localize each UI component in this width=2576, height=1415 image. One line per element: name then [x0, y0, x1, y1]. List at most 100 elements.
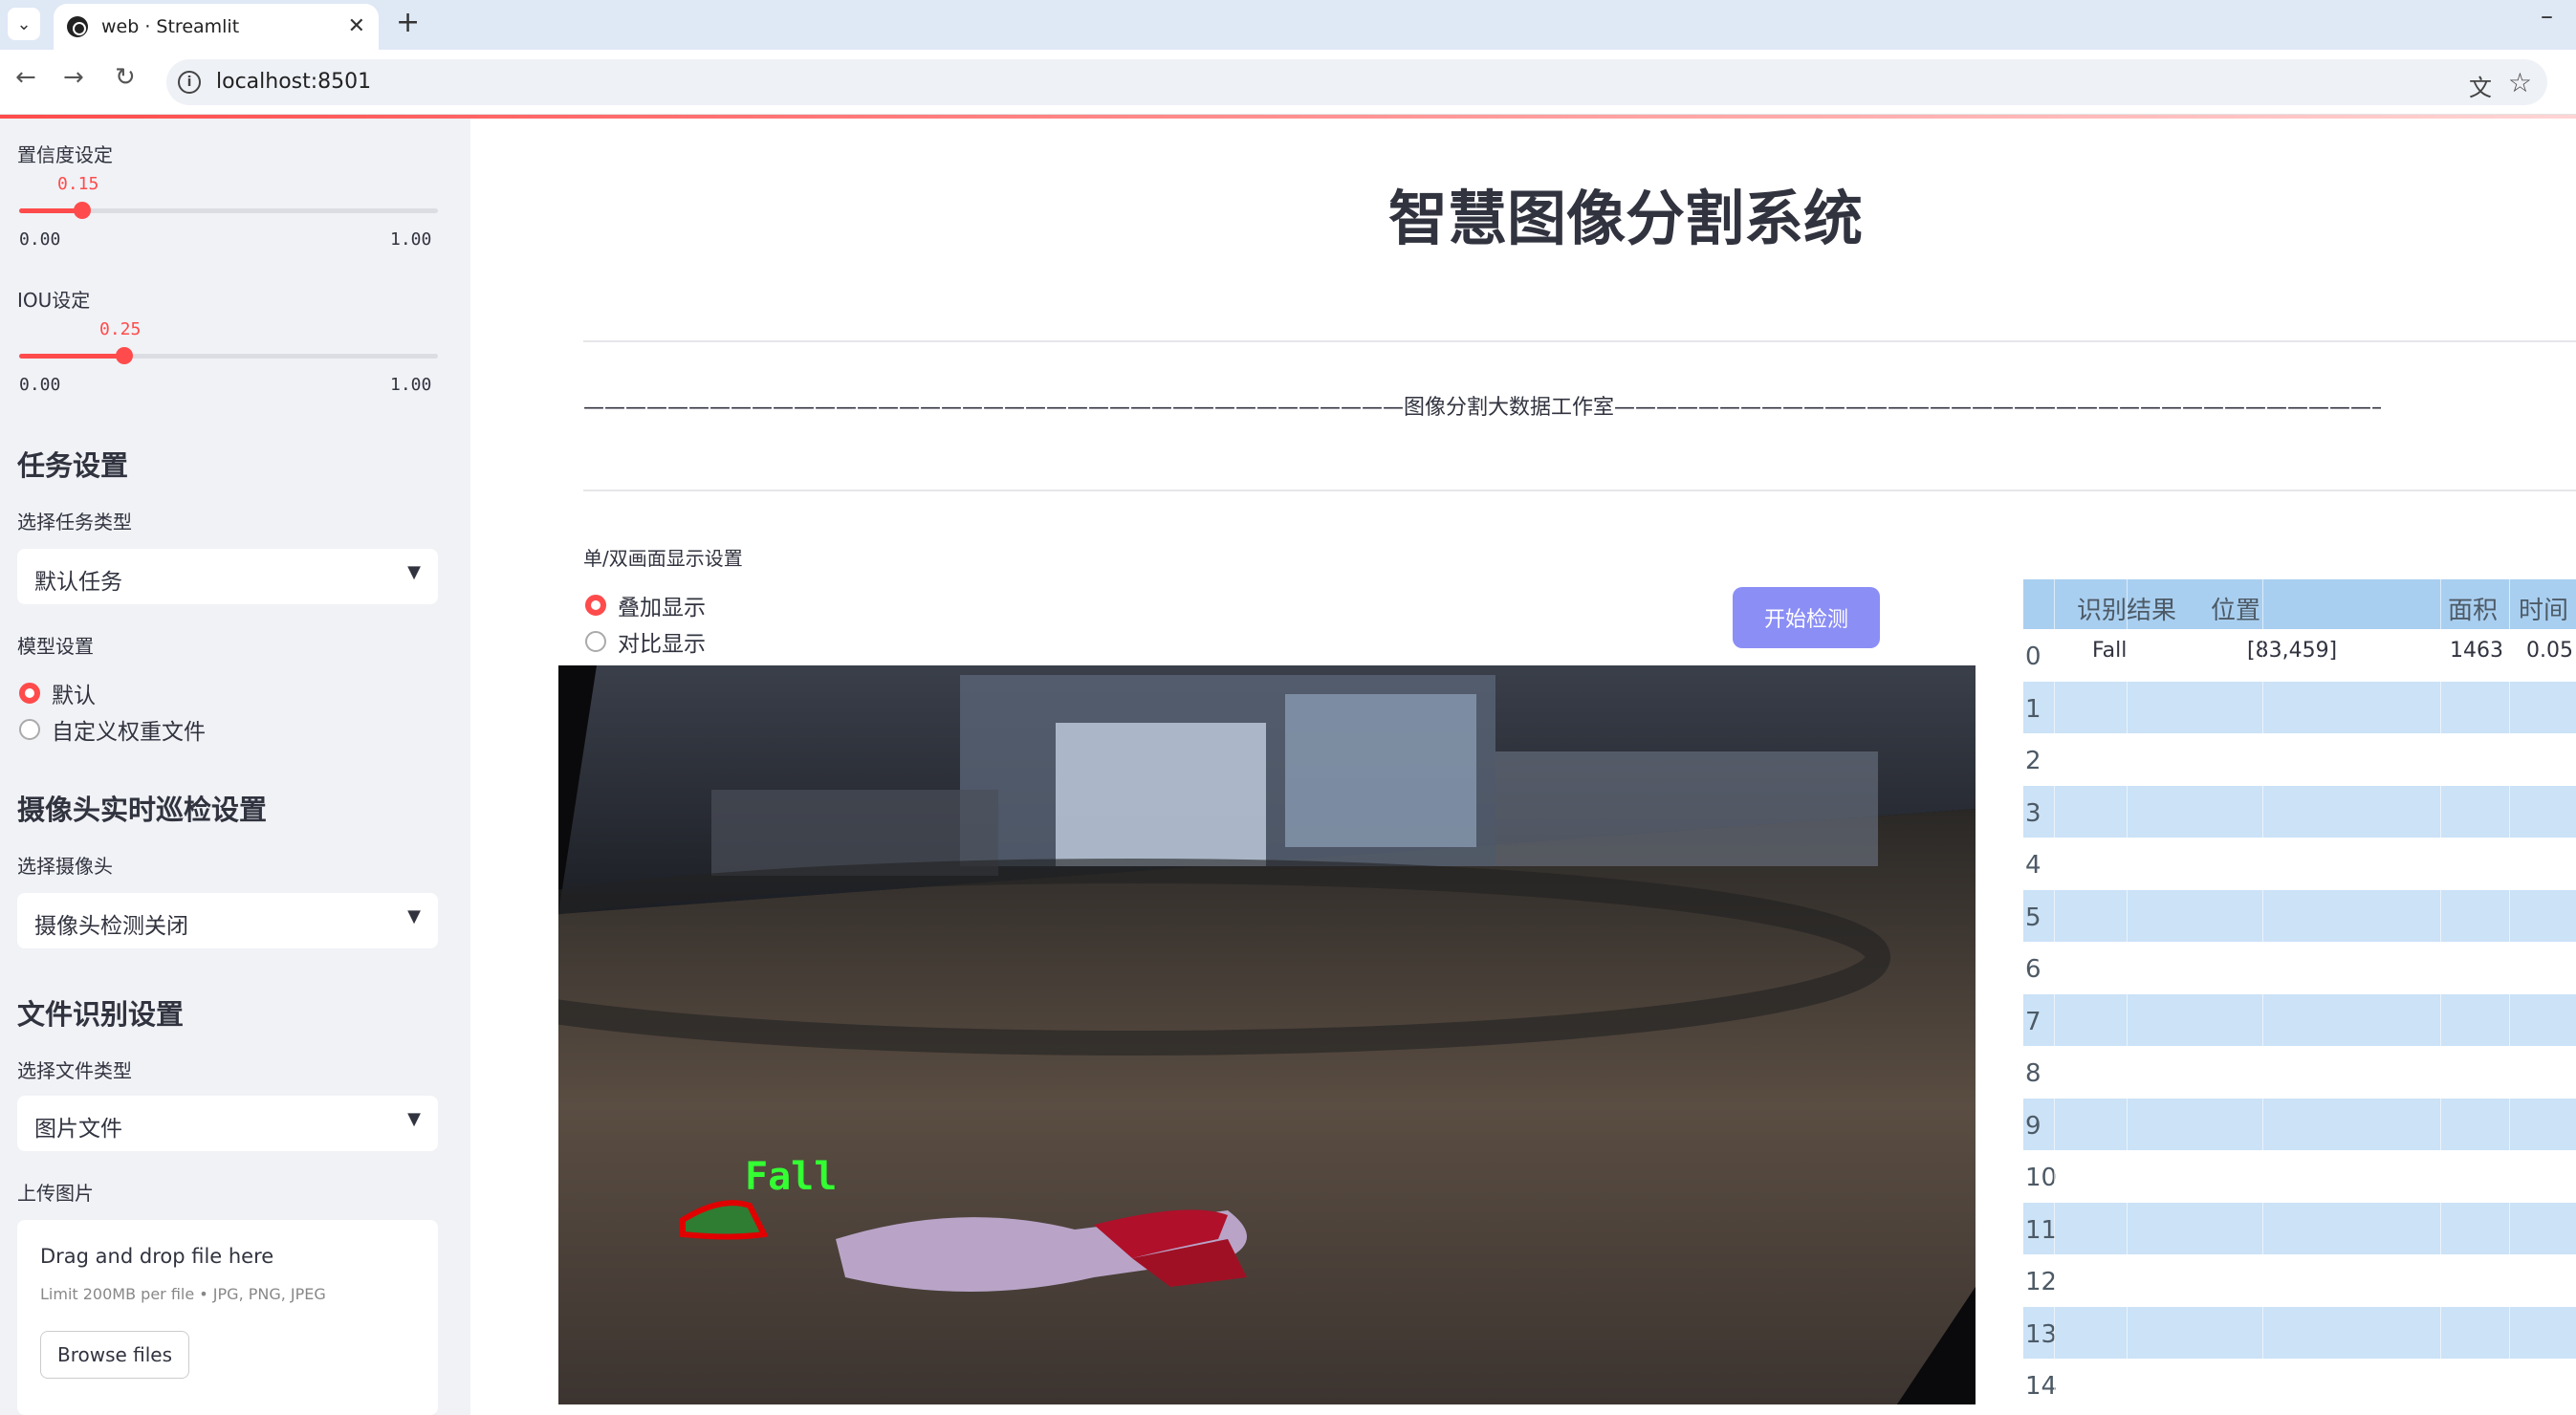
file-type-label: 选择文件类型	[17, 1059, 132, 1082]
column-separator	[2127, 579, 2128, 1415]
table-row[interactable]: 7	[2023, 993, 2576, 1046]
table-row[interactable]: 6	[2023, 942, 2576, 993]
row-index: 11	[2025, 1215, 2058, 1245]
browser-tab-bar: ⌄ web · Streamlit ✕ + –	[0, 0, 2576, 50]
iou-slider-thumb[interactable]	[115, 347, 133, 364]
detection-label: Fall	[745, 1155, 837, 1199]
browser-toolbar: ← → ↻ i localhost:8501 文 ☆	[0, 50, 2576, 115]
table-row[interactable]: 8	[2023, 1046, 2576, 1098]
camera-select-value: 摄像头检测关闭	[34, 914, 188, 939]
upload-label: 上传图片	[17, 1182, 94, 1205]
site-info-icon[interactable]: i	[178, 71, 201, 94]
display-mode-compare-label: 对比显示	[618, 632, 706, 657]
table-row[interactable]: 1	[2023, 681, 2576, 733]
radio-unselected-icon	[19, 719, 40, 740]
camera-select-label: 选择摄像头	[17, 855, 113, 878]
row-index: 12	[2025, 1268, 2058, 1296]
table-row[interactable]: 4	[2023, 838, 2576, 889]
file-settings-heading: 文件识别设置	[17, 998, 185, 1031]
row-index: 5	[2025, 903, 2041, 932]
confidence-slider-thumb[interactable]	[73, 202, 91, 219]
table-row[interactable]: 3	[2023, 785, 2576, 838]
table-row[interactable]: 0 Fall [83,459] 1463 0.05	[2023, 629, 2576, 681]
file-type-select[interactable]: 图片文件 ▼	[17, 1096, 438, 1151]
tab-title: web · Streamlit	[101, 16, 240, 37]
confidence-value: 0.15	[57, 174, 99, 194]
row-index: 10	[2025, 1164, 2058, 1192]
column-separator	[2262, 579, 2263, 1415]
radio-selected-icon	[585, 595, 606, 616]
chevron-down-icon: ▼	[407, 562, 421, 582]
row-index: 13	[2025, 1319, 2058, 1349]
detection-image: Fall	[558, 665, 1976, 1404]
iou-max: 1.00	[390, 375, 432, 395]
row-index: 7	[2025, 1007, 2041, 1036]
results-table[interactable]: 识别结果 位置 面积 时间 0 Fall [83,459] 1463 0.05 1 2 3 4 5…	[2023, 579, 2576, 1415]
model-radio-default-label: 默认	[52, 684, 96, 708]
iou-slider[interactable]	[19, 347, 438, 364]
row-index: 3	[2025, 798, 2041, 828]
confidence-min: 0.00	[19, 229, 61, 250]
row-index: 2	[2025, 747, 2041, 775]
chevron-down-icon: ▼	[407, 1109, 421, 1129]
iou-label: IOU设定	[17, 289, 91, 312]
chevron-down-icon: ▼	[407, 906, 421, 926]
table-row[interactable]: 11	[2023, 1202, 2576, 1254]
column-separator	[2054, 579, 2055, 1415]
row-index: 8	[2025, 1059, 2041, 1088]
col-header-position[interactable]: 位置	[2211, 591, 2260, 626]
tab-list-chevron-icon[interactable]: ⌄	[8, 8, 40, 40]
dropzone-title: Drag and drop file here	[40, 1245, 274, 1268]
camera-settings-heading: 摄像头实时巡检设置	[17, 794, 268, 826]
camera-select[interactable]: 摄像头检测关闭 ▼	[17, 893, 438, 948]
browser-tab[interactable]: web · Streamlit ✕	[54, 4, 379, 50]
radio-unselected-icon	[585, 631, 606, 652]
start-detection-button[interactable]: 开始检测	[1733, 587, 1880, 648]
task-type-value: 默认任务	[34, 570, 122, 595]
col-header-area[interactable]: 面积	[2448, 591, 2498, 626]
confidence-slider[interactable]	[19, 202, 438, 219]
url-text[interactable]: localhost:8501	[216, 70, 371, 94]
file-dropzone[interactable]: Drag and drop file here Limit 200MB per …	[17, 1220, 438, 1415]
minimize-icon[interactable]: –	[2541, 2, 2553, 31]
confidence-slider-fill	[19, 208, 82, 213]
table-row[interactable]: 10	[2023, 1150, 2576, 1202]
cell-time[interactable]: 0.05	[2526, 639, 2573, 663]
model-radio-custom-label: 自定义权重文件	[52, 720, 206, 745]
radio-selected-icon	[19, 683, 40, 704]
translate-icon[interactable]: 文	[2469, 69, 2492, 102]
night-plaza-scene: Fall	[558, 665, 1976, 1404]
browse-files-button[interactable]: Browse files	[40, 1331, 189, 1379]
table-row[interactable]: 13	[2023, 1306, 2576, 1359]
table-row[interactable]: 5	[2023, 889, 2576, 942]
display-mode-compare[interactable]: 对比显示	[585, 625, 706, 658]
cell-area[interactable]: 1463	[2450, 639, 2503, 663]
iou-min: 0.00	[19, 375, 61, 395]
model-radio-custom[interactable]: 自定义权重文件	[19, 713, 206, 746]
model-radio-default[interactable]: 默认	[19, 677, 96, 709]
row-index: 1	[2025, 694, 2041, 724]
tab-close-icon[interactable]: ✕	[348, 14, 365, 38]
confidence-max: 1.00	[390, 229, 432, 250]
task-type-select[interactable]: 默认任务 ▼	[17, 549, 438, 604]
table-row[interactable]: 9	[2023, 1098, 2576, 1150]
divider-bottom	[583, 490, 2576, 491]
col-header-time[interactable]: 时间	[2519, 591, 2568, 626]
cell-result[interactable]: Fall	[2092, 639, 2127, 663]
display-mode-overlay[interactable]: 叠加显示	[585, 589, 706, 621]
display-mode-overlay-label: 叠加显示	[618, 596, 706, 620]
back-arrow-icon[interactable]: ←	[15, 63, 36, 92]
address-bar[interactable]: i localhost:8501 文 ☆	[166, 59, 2547, 105]
display-mode-label: 单/双画面显示设置	[583, 547, 743, 570]
table-header-row: 识别结果 位置 面积 时间	[2023, 579, 2576, 629]
forward-arrow-icon[interactable]: →	[63, 63, 84, 92]
iou-slider-fill	[19, 354, 124, 359]
table-row[interactable]: 14	[2023, 1359, 2576, 1410]
reload-icon[interactable]: ↻	[115, 63, 136, 92]
new-tab-icon[interactable]: +	[396, 6, 420, 39]
page-title: 智慧图像分割系统	[1387, 184, 1863, 253]
bookmark-star-icon[interactable]: ☆	[2508, 67, 2532, 98]
table-row[interactable]: 12	[2023, 1254, 2576, 1306]
cell-position[interactable]: [83,459]	[2247, 639, 2337, 663]
table-row[interactable]: 2	[2023, 733, 2576, 785]
